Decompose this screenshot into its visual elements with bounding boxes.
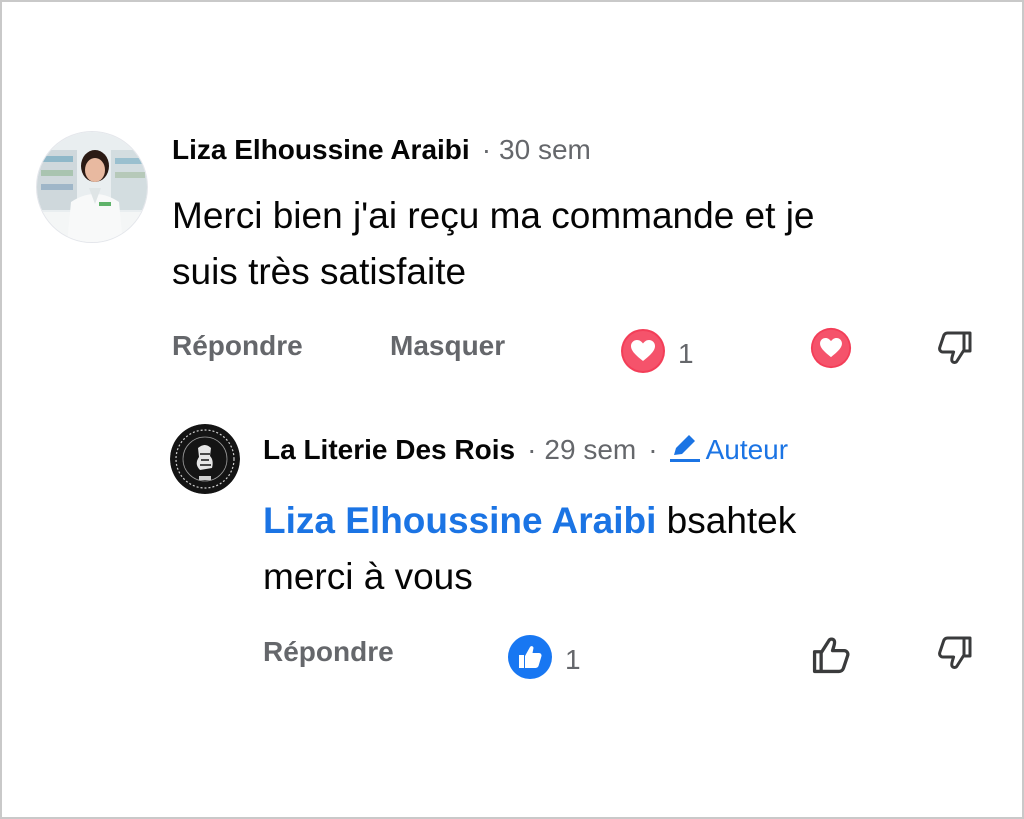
dislike-button[interactable] [932,632,978,678]
reply-header: La Literie Des Rois · 29 sem · Auteur [263,430,788,470]
comment-timestamp[interactable]: 30 sem [499,134,591,166]
comment-author-name[interactable]: Liza Elhoussine Araibi [172,134,470,166]
comment-text-line: Merci bien j'ai reçu ma commande et je [172,195,815,236]
reaction-count: 1 [678,337,694,369]
reaction-summary[interactable]: 1 [507,634,581,685]
comment-header: Liza Elhoussine Araibi · 30 sem [172,130,591,170]
separator-dot: · [527,434,537,465]
dislike-button[interactable] [932,327,978,373]
comment-body: Merci bien j'ai reçu ma commande et je s… [172,188,992,300]
love-icon [810,327,852,374]
reply-button[interactable]: Répondre [172,330,303,362]
separator-dot: · [481,134,492,165]
reaction-summary[interactable]: 1 [620,328,694,379]
like-reaction-icon [507,634,553,685]
page-avatar[interactable] [170,424,240,494]
avatar[interactable] [36,131,148,243]
comment-text-line: suis très satisfaite [172,251,467,292]
reply-button[interactable]: Répondre [263,636,394,668]
reaction-count: 1 [565,643,581,675]
reply-text-line: merci à vous [263,556,473,597]
separator-dot: · [648,434,658,465]
reply-text: bsahtek [656,500,797,541]
mention-link[interactable]: Liza Elhoussine Araibi [263,500,656,541]
author-badge: Auteur [668,433,789,468]
love-button[interactable] [808,327,854,373]
reply-timestamp[interactable]: 29 sem [544,434,636,466]
thumbs-down-icon [934,327,976,374]
reply-body: Liza Elhoussine Araibi bsahtek merci à v… [263,493,963,605]
thumbs-down-icon [934,632,976,679]
hide-button[interactable]: Masquer [390,330,505,362]
thumbs-up-icon [808,632,854,683]
reply-text-line: Liza Elhoussine Araibi bsahtek [263,493,963,549]
comment-thread: Liza Elhoussine Araibi · 30 sem Merci bi… [0,0,1024,819]
love-reaction-icon [620,328,666,379]
author-badge-label: Auteur [705,434,789,465]
pencil-icon [668,433,702,468]
reply-author-name[interactable]: La Literie Des Rois [263,434,515,466]
like-button[interactable] [806,632,856,682]
